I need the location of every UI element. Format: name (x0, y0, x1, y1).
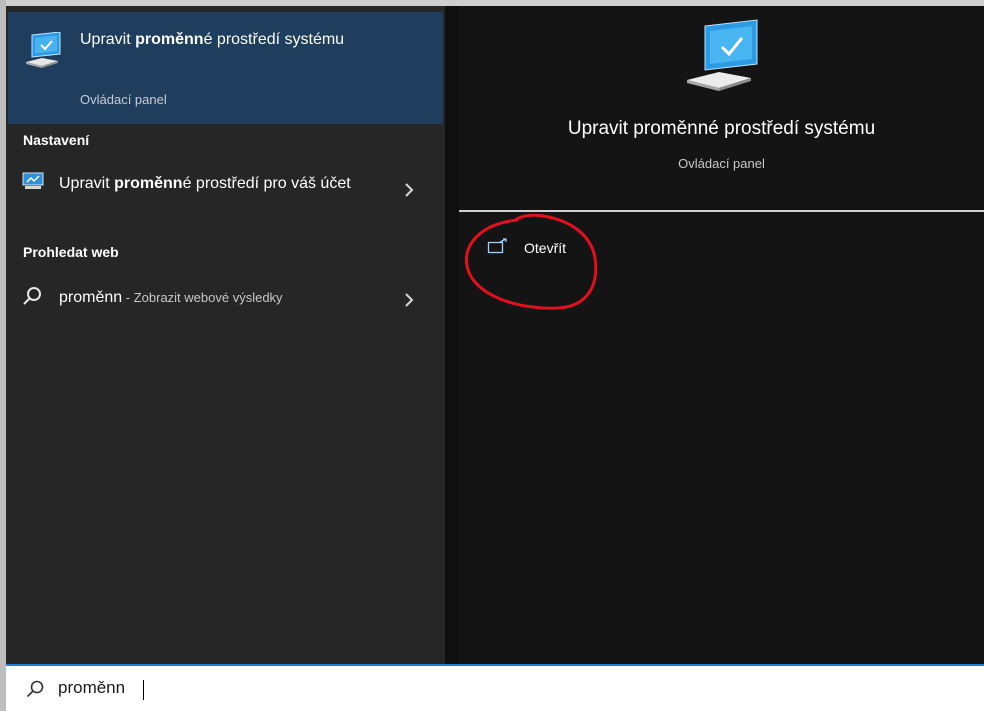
title-text: é prostředí systému (203, 31, 345, 48)
open-action-button[interactable]: Otevřít (487, 234, 607, 260)
result-web-search[interactable]: proměnn - Zobrazit webové výsledky (6, 280, 445, 312)
result-settings-title: Upravit proměnné prostředí pro váš účet (59, 172, 379, 195)
search-box[interactable] (6, 664, 984, 711)
monitor-settings-icon (22, 172, 44, 195)
open-external-icon (487, 238, 509, 259)
search-icon (26, 680, 44, 703)
best-match-subtitle: Ovládací panel (80, 92, 167, 107)
web-query: proměnn (59, 289, 123, 306)
chevron-right-icon[interactable] (404, 290, 414, 313)
title-match-highlight: proměnn (114, 175, 183, 192)
chevron-right-icon[interactable] (404, 180, 414, 203)
title-match-highlight: proměnn (135, 31, 204, 48)
open-action-label: Otevřít (524, 240, 567, 256)
result-settings-item[interactable]: Upravit proměnné prostředí pro váš účet (6, 166, 445, 224)
section-heading-settings: Nastavení (23, 132, 90, 148)
search-icon (22, 286, 42, 311)
best-match-title: Upravit proměnné prostředí systému (80, 28, 380, 51)
section-heading-web: Prohledat web (23, 244, 119, 260)
search-input[interactable] (58, 674, 658, 702)
detail-subtitle: Ovládací panel (678, 156, 765, 171)
computer-monitor-icon (685, 16, 761, 97)
text-caret (143, 680, 144, 700)
results-pane: Upravit proměnné prostředí systému Ovlád… (6, 6, 445, 664)
detail-pane: Upravit proměnné prostředí systému Ovlád… (459, 6, 984, 664)
computer-monitor-icon (24, 31, 64, 75)
best-match-result[interactable]: Upravit proměnné prostředí systému Ovlád… (8, 12, 443, 124)
title-text: Upravit (80, 31, 136, 48)
title-text: é prostředí pro váš účet (182, 175, 351, 192)
web-results-hint: - Zobrazit webové výsledky (122, 290, 283, 305)
result-web-text: proměnn - Zobrazit webové výsledky (59, 286, 399, 309)
detail-title: Upravit proměnné prostředí systému (567, 118, 876, 139)
divider (459, 210, 984, 212)
title-text: Upravit (59, 175, 115, 192)
